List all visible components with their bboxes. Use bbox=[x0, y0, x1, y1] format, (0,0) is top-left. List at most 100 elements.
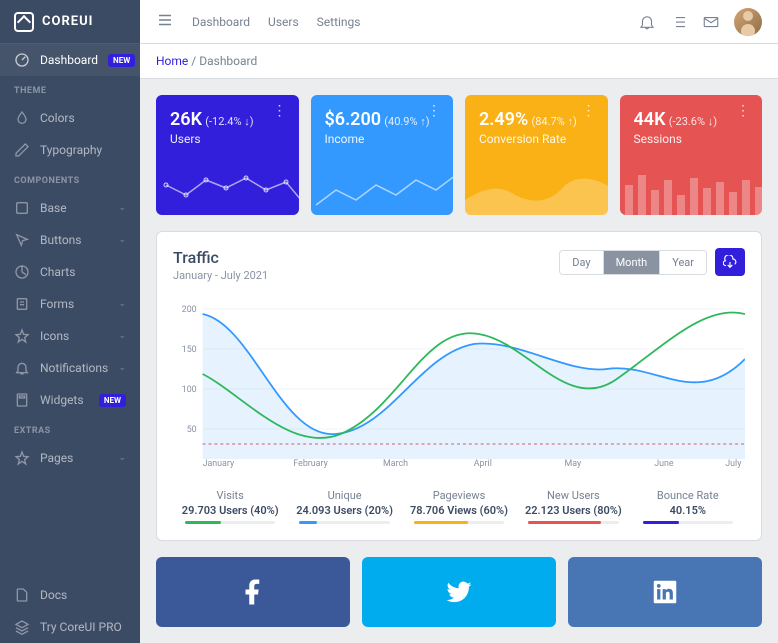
svg-text:May: May bbox=[565, 459, 582, 469]
metric-item: New Users 22.123 Users (80%) bbox=[516, 489, 630, 524]
sidebar-item-label: Forms bbox=[40, 297, 74, 311]
avatar[interactable] bbox=[734, 8, 762, 36]
social-linkedin[interactable] bbox=[568, 557, 762, 627]
bell-icon[interactable] bbox=[638, 13, 656, 31]
sidebar-item-label: Docs bbox=[40, 588, 67, 602]
widget-menu-button[interactable]: ⋮ bbox=[273, 109, 287, 113]
metric-title: Visits bbox=[173, 489, 287, 502]
puzzle-icon bbox=[14, 200, 30, 216]
breadcrumb-home[interactable]: Home bbox=[156, 54, 188, 68]
cloud-download-icon bbox=[723, 255, 737, 269]
list-icon[interactable] bbox=[670, 13, 688, 31]
menu-toggle-button[interactable] bbox=[156, 11, 174, 33]
sidebar-item-charts[interactable]: Charts bbox=[0, 256, 140, 288]
metric-title: Pageviews bbox=[402, 489, 516, 502]
sidebar-item-forms[interactable]: Forms ⌄ bbox=[0, 288, 140, 320]
file-icon bbox=[14, 587, 30, 603]
sidebar-item-label: Base bbox=[40, 201, 67, 215]
chevron-down-icon: ⌄ bbox=[118, 331, 126, 341]
download-button[interactable] bbox=[715, 248, 745, 276]
widget-menu-button[interactable]: ⋮ bbox=[427, 109, 441, 113]
sidebar-item-buttons[interactable]: Buttons ⌄ bbox=[0, 224, 140, 256]
metric-value: 29.703 Users (40%) bbox=[173, 504, 287, 517]
sidebar-item-label: Dashboard bbox=[40, 53, 98, 67]
widget-sparkline bbox=[465, 160, 608, 215]
bell-icon bbox=[14, 360, 30, 376]
chevron-down-icon: ⌄ bbox=[118, 453, 126, 463]
sidebar-item-label: Buttons bbox=[40, 233, 82, 247]
header: Dashboard Users Settings bbox=[140, 0, 778, 44]
svg-text:200: 200 bbox=[182, 305, 197, 315]
widget-change: (-23.6% ↓) bbox=[669, 115, 717, 128]
chart-icon bbox=[14, 264, 30, 280]
metric-value: 78.706 Views (60%) bbox=[402, 504, 516, 517]
calculator-icon bbox=[14, 392, 30, 408]
brand[interactable]: COREUI bbox=[0, 0, 140, 44]
sidebar-item-trypro[interactable]: Try CoreUI PRO bbox=[0, 611, 140, 643]
header-link-settings[interactable]: Settings bbox=[317, 15, 361, 29]
metric-item: Visits 29.703 Users (40%) bbox=[173, 489, 287, 524]
sidebar: COREUI Dashboard NEW THEME Colors Typogr… bbox=[0, 0, 140, 643]
widget-sparkline bbox=[156, 160, 299, 215]
social-twitter[interactable] bbox=[362, 557, 556, 627]
breadcrumb-current: Dashboard bbox=[199, 54, 257, 68]
sidebar-item-colors[interactable]: Colors bbox=[0, 102, 140, 134]
sidebar-item-label: Pages bbox=[40, 451, 73, 465]
twitter-icon bbox=[444, 577, 474, 607]
chevron-down-icon: ⌄ bbox=[118, 203, 126, 213]
widget-menu-button[interactable]: ⋮ bbox=[736, 109, 750, 113]
layers-icon bbox=[14, 619, 30, 635]
sidebar-item-label: Typography bbox=[40, 143, 102, 157]
traffic-subtitle: January - July 2021 bbox=[173, 269, 268, 282]
widget-sessions: 44K (-23.6% ↓) Sessions ⋮ bbox=[620, 95, 763, 215]
sidebar-heading-components: COMPONENTS bbox=[0, 166, 140, 192]
star-icon bbox=[14, 328, 30, 344]
period-day-button[interactable]: Day bbox=[560, 251, 602, 274]
svg-text:July: July bbox=[725, 459, 742, 469]
sidebar-item-label: Charts bbox=[40, 265, 75, 279]
sidebar-item-notifications[interactable]: Notifications ⌄ bbox=[0, 352, 140, 384]
sidebar-item-icons[interactable]: Icons ⌄ bbox=[0, 320, 140, 352]
sidebar-item-docs[interactable]: Docs bbox=[0, 579, 140, 611]
traffic-chart: 200 150 100 50 January February March Ap… bbox=[173, 294, 745, 469]
svg-text:February: February bbox=[293, 459, 328, 469]
envelope-icon[interactable] bbox=[702, 13, 720, 31]
sidebar-item-label: Icons bbox=[40, 329, 69, 343]
stat-widgets: 26K (-12.4% ↓) Users ⋮ $6.200 (40.9% ↑) … bbox=[156, 95, 762, 215]
metric-title: Bounce Rate bbox=[631, 489, 745, 502]
widget-menu-button[interactable]: ⋮ bbox=[582, 109, 596, 113]
sidebar-heading-theme: THEME bbox=[0, 76, 140, 102]
widget-income: $6.200 (40.9% ↑) Income ⋮ bbox=[311, 95, 454, 215]
header-link-users[interactable]: Users bbox=[268, 15, 299, 29]
metric-title: Unique bbox=[287, 489, 401, 502]
sidebar-heading-extras: EXTRAS bbox=[0, 416, 140, 442]
sidebar-item-typography[interactable]: Typography bbox=[0, 134, 140, 166]
widget-value: 26K bbox=[170, 109, 202, 130]
period-year-button[interactable]: Year bbox=[659, 251, 706, 274]
brand-logo-icon bbox=[14, 12, 34, 32]
widget-value: 44K bbox=[634, 109, 666, 130]
new-badge: NEW bbox=[99, 394, 126, 407]
sidebar-item-base[interactable]: Base ⌄ bbox=[0, 192, 140, 224]
chevron-down-icon: ⌄ bbox=[118, 363, 126, 373]
sidebar-item-pages[interactable]: Pages ⌄ bbox=[0, 442, 140, 474]
sidebar-item-label: Widgets bbox=[40, 393, 84, 407]
metric-value: 22.123 Users (80%) bbox=[516, 504, 630, 517]
social-cards bbox=[156, 557, 762, 627]
sidebar-item-dashboard[interactable]: Dashboard NEW bbox=[0, 44, 140, 76]
period-month-button[interactable]: Month bbox=[603, 251, 660, 274]
widget-conversion: 2.49% (84.7% ↑) Conversion Rate ⋮ bbox=[465, 95, 608, 215]
sidebar-item-widgets[interactable]: Widgets NEW bbox=[0, 384, 140, 416]
widget-sparkline bbox=[311, 160, 454, 215]
metric-item: Pageviews 78.706 Views (60%) bbox=[402, 489, 516, 524]
metric-title: New Users bbox=[516, 489, 630, 502]
widget-label: Sessions bbox=[634, 132, 749, 146]
pencil-icon bbox=[14, 142, 30, 158]
chevron-down-icon: ⌄ bbox=[118, 299, 126, 309]
svg-text:50: 50 bbox=[187, 425, 197, 435]
header-link-dashboard[interactable]: Dashboard bbox=[192, 15, 250, 29]
widget-change: (40.9% ↑) bbox=[384, 115, 429, 128]
social-facebook[interactable] bbox=[156, 557, 350, 627]
linkedin-icon bbox=[650, 577, 680, 607]
svg-text:March: March bbox=[383, 459, 408, 469]
